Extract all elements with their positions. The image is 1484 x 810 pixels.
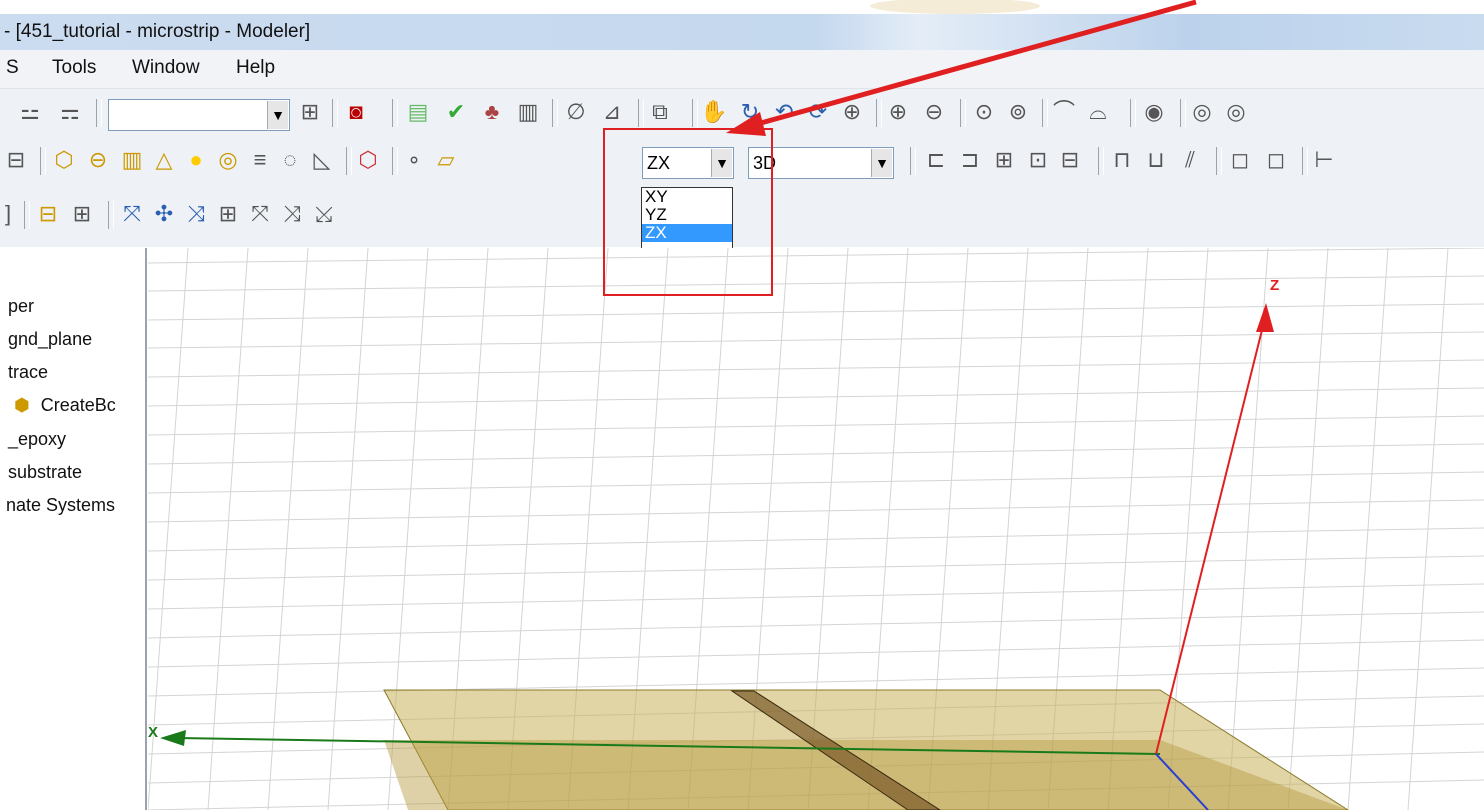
toolbar-icon-i[interactable]: ⊡: [1024, 147, 1052, 173]
toolbar-icon-o[interactable]: ⊢: [1310, 147, 1338, 173]
zoom-out-icon[interactable]: ⊖: [920, 99, 948, 125]
zoom-in-icon[interactable]: ⊕: [884, 99, 912, 125]
graph-icon[interactable]: ⊿: [598, 99, 626, 125]
cs-icon-1[interactable]: ⤧: [118, 201, 146, 227]
zoom-fit-icon[interactable]: ⊙: [970, 99, 998, 125]
tree-item-epoxy[interactable]: _epoxy: [8, 429, 66, 450]
triangle-icon[interactable]: △: [150, 147, 178, 173]
history-tree: per gnd_plane trace ⬢ CreateBc _epoxy su…: [0, 248, 147, 810]
rotate-icon[interactable]: ↻: [736, 99, 764, 125]
toolbar-icon-l[interactable]: ⊔: [1142, 147, 1170, 173]
tree-item-gnd-plane[interactable]: gnd_plane: [8, 329, 92, 350]
tree-item-trace[interactable]: trace: [8, 362, 48, 383]
tree-item-substrate[interactable]: substrate: [8, 462, 82, 483]
coordinate-add-icon[interactable]: ⊞: [68, 201, 96, 227]
annotation-highlight-box: [603, 128, 773, 296]
undo-view-icon[interactable]: ⌒: [1050, 99, 1078, 125]
mirror-icon[interactable]: ⫽: [1176, 147, 1204, 173]
cone-icon[interactable]: ▥: [118, 147, 146, 173]
viewport-canvas: X Z: [148, 248, 1484, 810]
cylinder-icon[interactable]: ⊖: [84, 147, 112, 173]
check-icon[interactable]: ✔: [442, 99, 470, 125]
toolbar-icon-c[interactable]: ⊞: [296, 99, 324, 125]
curve-icon[interactable]: ∅: [562, 99, 590, 125]
notepad-icon[interactable]: ▤: [404, 99, 432, 125]
toolbar-icon-h[interactable]: ⊞: [990, 147, 1018, 173]
slide-background-strip: [0, 0, 1484, 14]
zoom-icon[interactable]: ⊕: [838, 99, 866, 125]
toolbar-icon-a[interactable]: ⚍: [16, 99, 44, 125]
plane-icon[interactable]: ▱: [432, 147, 460, 173]
cs-icon-5[interactable]: ⤧: [246, 201, 274, 227]
toolbar-icon-m[interactable]: ◻: [1226, 147, 1254, 173]
window-title: - [451_tutorial - microstrip - Modeler]: [4, 21, 311, 42]
hide-icon[interactable]: ◎: [1188, 99, 1216, 125]
menu-item-window[interactable]: Window: [132, 57, 200, 79]
torus-icon[interactable]: ◎: [214, 147, 242, 173]
eye-icon[interactable]: ◉: [1140, 99, 1168, 125]
pan-hand-icon[interactable]: ✋: [700, 99, 728, 125]
spiral-icon[interactable]: ◌: [276, 147, 304, 173]
puzzle-icon[interactable]: ♣: [478, 99, 506, 125]
show-icon[interactable]: ◎: [1222, 99, 1250, 125]
document-icon[interactable]: ▥: [514, 99, 542, 125]
menu-bar: S Tools Window Help: [0, 50, 1484, 89]
helix-icon[interactable]: ≡: [246, 147, 274, 173]
point-icon[interactable]: ∘: [400, 147, 428, 173]
cs-icon-7[interactable]: ⤩: [310, 201, 338, 227]
modeler-viewport[interactable]: X Z: [148, 248, 1484, 810]
cs-icon-4[interactable]: ⊞: [214, 201, 242, 227]
cs-icon-6[interactable]: ⤨: [278, 201, 306, 227]
coordinate-face-icon[interactable]: ⊟: [34, 201, 62, 227]
toolbar-icon-b[interactable]: ⚎: [56, 99, 84, 125]
toolbar-icon-f[interactable]: ⊏: [922, 147, 950, 173]
window-titlebar: - [451_tutorial - microstrip - Modeler]: [0, 14, 1484, 50]
toolbar-icon-d[interactable]: ◙: [342, 99, 370, 125]
x-axis-label: X: [148, 724, 158, 741]
copy-icon[interactable]: ⧉: [646, 99, 674, 125]
cs-icon-3[interactable]: ⤨: [182, 201, 210, 227]
chevron-down-icon[interactable]: ▼: [267, 101, 288, 129]
menu-item-tools[interactable]: Tools: [52, 57, 96, 79]
z-axis-label: Z: [1270, 277, 1279, 294]
bondwire-icon[interactable]: ◺: [308, 147, 336, 173]
toolbar-icon-k[interactable]: ⊓: [1108, 147, 1136, 173]
orbit-icon[interactable]: ⟲: [770, 99, 798, 125]
tree-item-createbox[interactable]: ⬢ CreateBc: [14, 395, 116, 416]
cs-icon-2[interactable]: ✣: [150, 201, 178, 227]
toolbar-empty-combo[interactable]: ▼: [108, 99, 290, 131]
toolbar-icon-j[interactable]: ⊟: [1056, 147, 1084, 173]
menu-item-s[interactable]: S: [6, 57, 19, 79]
chevron-down-icon[interactable]: ▼: [871, 149, 892, 177]
redo-view-icon[interactable]: ⌓: [1084, 99, 1112, 125]
sphere-icon[interactable]: ●: [182, 147, 210, 173]
spin-icon[interactable]: ⟳: [804, 99, 832, 125]
box-icon: ⬢: [14, 395, 30, 415]
box-icon[interactable]: ⬡: [50, 147, 78, 173]
tree-item-copper[interactable]: per: [8, 296, 34, 317]
cube-icon[interactable]: ⬡: [354, 147, 382, 173]
toolbar-icon-p[interactable]: ]: [0, 201, 22, 227]
toolbar-icon-g[interactable]: ⊐: [956, 147, 984, 173]
zoom-all-icon[interactable]: ⊚: [1004, 99, 1032, 125]
menu-item-help[interactable]: Help: [236, 57, 275, 79]
tree-item-coordinate-systems[interactable]: nate Systems: [6, 495, 115, 516]
toolbar-icon-e[interactable]: ⊟: [2, 147, 30, 173]
toolbar-icon-n[interactable]: ◻: [1262, 147, 1290, 173]
